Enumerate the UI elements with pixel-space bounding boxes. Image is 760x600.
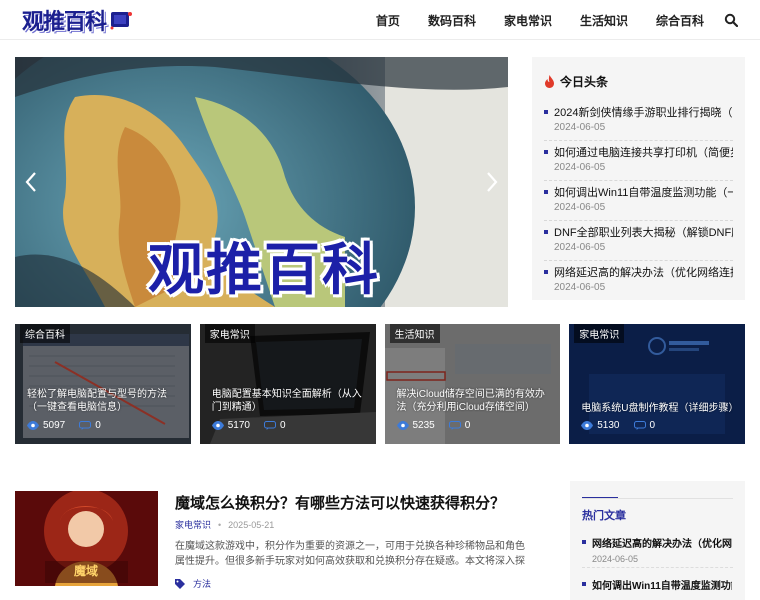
hot-articles-panel: 热门文章 网络延迟高的解决办法（优化网络连 2024-06-05 如何调出Win… [570,481,745,600]
hot-title: 热门文章 [582,498,733,526]
today-item-title[interactable]: 网络延迟高的解决办法（优化网络连接） [554,264,733,280]
article-thumbnail[interactable]: 魔域 [15,491,158,586]
chevron-left-icon [25,172,36,192]
card-stats: 5130 0 [581,420,655,431]
today-headlines-panel: 今日头条 2024新剑侠情缘手游职业排行揭晓（十大职业 2024-06-05 如… [532,57,745,300]
nav-general[interactable]: 综合百科 [656,12,704,29]
article-thumbnail-image: 魔域 [15,491,158,586]
search-icon[interactable] [724,13,738,27]
article-excerpt: 在魔域这款游戏中，积分作为重要的资源之一，可用于兑换各种珍稀物品和角色属性提升。… [175,541,525,567]
featured-card[interactable]: 家电常识 电脑配置基本知识全面解析（从入门到精通） 5170 0 [199,324,376,444]
hero-caption: 观推百科 [148,238,380,303]
today-item-date: 2024-06-05 [554,202,606,213]
featured-cards: 综合百科 轻松了解电脑配置与型号的方法（一键查看电脑信息） 5097 0 家电常… [15,324,745,444]
nav-life[interactable]: 生活知识 [580,12,628,29]
card-comments: 0 [280,420,286,431]
comment-icon [448,421,461,430]
hot-item[interactable]: 网络延迟高的解决办法（优化网络连 2024-06-05 [582,526,733,568]
logo-book-icon [110,12,133,30]
featured-card[interactable]: 生活知识 解决iCloud储存空间已满的有效办法（充分利用iCloud存储空间）… [384,324,561,444]
article-tag[interactable]: 方法 [193,577,211,590]
today-item-date: 2024-06-05 [554,242,606,253]
featured-card[interactable]: 综合百科 轻松了解电脑配置与型号的方法（一键查看电脑信息） 5097 0 [15,324,191,444]
bullet-icon [582,582,586,586]
card-views: 5097 [43,420,66,431]
comment-icon [633,421,646,430]
card-stats: 5097 0 [27,420,101,431]
today-item[interactable]: 如何调出Win11自带温度监测功能（一键掌握 2024-06-05 [544,181,733,221]
article-title[interactable]: 魔域怎么换积分？有哪些方法可以快速获得积分？ [175,492,505,513]
card-views: 5235 [412,420,435,431]
hot-item-title[interactable]: 如何调出Win11自带温度监测功能（一 [592,577,732,592]
card-comments: 0 [649,420,656,431]
slider-prev-button[interactable] [21,165,41,199]
main-nav: 首页 数码百科 家电常识 生活知识 综合百科 [376,0,738,40]
comment-icon [264,421,276,430]
card-title[interactable]: 电脑配置基本知识全面解析（从入门到精通） [212,388,368,414]
card-category-tag[interactable]: 家电常识 [574,324,625,343]
bullet-icon [544,270,548,274]
chevron-right-icon [487,172,498,192]
today-item[interactable]: 如何通过电脑连接共享打印机（简便步骤让你 2024-06-05 [544,141,733,181]
card-title[interactable]: 电脑系统U盘制作教程（详细步骤） [581,402,738,415]
bullet-icon [544,110,548,114]
article-date: 2025-05-21 [228,519,275,530]
article-category[interactable]: 家电常识 [175,518,211,531]
article-tags: 方法 [175,577,211,590]
today-item-title[interactable]: 如何通过电脑连接共享打印机（简便步骤让你 [554,144,733,160]
eye-icon [211,421,224,430]
today-item-date: 2024-06-05 [554,282,606,293]
today-item-date: 2024-06-05 [554,122,606,133]
card-views: 5170 [227,420,250,431]
nav-home[interactable]: 首页 [376,12,400,29]
hot-item-title[interactable]: 网络延迟高的解决办法（优化网络连 [592,535,732,550]
fire-icon [545,74,554,88]
eye-icon [581,421,594,430]
bullet-icon [544,230,548,234]
logo-text: 观推百科 [22,10,107,35]
card-stats: 5170 0 [211,420,286,431]
bullet-icon [544,190,548,194]
site-logo[interactable]: 观推百科 [22,6,134,35]
thumbnail-text: 魔域 [74,563,98,578]
bullet-icon [582,540,586,544]
card-views: 5130 [597,420,620,431]
today-item-title[interactable]: 如何调出Win11自带温度监测功能（一键掌握 [554,184,733,200]
card-stats: 5235 0 [396,420,471,431]
hot-item-date: 2024-06-05 [582,550,733,568]
site-header: 观推百科 首页 数码百科 家电常识 生活知识 综合百科 [0,0,760,40]
nav-appliance[interactable]: 家电常识 [504,12,552,29]
card-title[interactable]: 解决iCloud储存空间已满的有效办法（充分利用iCloud存储空间） [397,388,553,414]
card-comments: 0 [464,420,471,431]
card-category-tag[interactable]: 家电常识 [204,324,255,343]
today-title: 今日头条 [560,74,609,89]
tag-icon [175,578,185,589]
featured-card[interactable]: 家电常识 电脑系统U盘制作教程（详细步骤） 5130 0 [569,324,745,444]
card-comments: 0 [95,420,101,431]
eye-icon [27,421,39,430]
card-category-tag[interactable]: 生活知识 [389,324,440,343]
today-item[interactable]: DNF全部职业列表大揭秘（解锁DNF所有职 2024-06-05 [544,221,733,261]
meta-separator: • [218,519,222,530]
card-category-tag[interactable]: 综合百科 [20,324,70,343]
article-list-item: 魔域 魔域怎么换积分？有哪些方法可以快速获得积分？ 家电常识 • 2025-05… [15,491,535,591]
comment-icon [79,421,92,430]
bullet-icon [544,150,548,154]
today-item-date: 2024-06-05 [554,162,606,173]
eye-icon [396,421,409,430]
today-header: 今日头条 [544,71,733,91]
article-meta: 家电常识 • 2025-05-21 [175,518,274,531]
today-item-title[interactable]: DNF全部职业列表大揭秘（解锁DNF所有职 [554,224,733,240]
card-title[interactable]: 轻松了解电脑配置与型号的方法（一键查看电脑信息） [27,388,183,414]
hero-slider[interactable]: 观推百科 [15,57,508,307]
hot-item[interactable]: 如何调出Win11自带温度监测功能（一 [582,568,733,592]
nav-digital[interactable]: 数码百科 [428,12,476,29]
today-item[interactable]: 2024新剑侠情缘手游职业排行揭晓（十大职业 2024-06-05 [544,101,733,141]
slider-next-button[interactable] [482,165,502,199]
today-item[interactable]: 网络延迟高的解决办法（优化网络连接） 2024-06-05 [544,261,733,301]
today-item-title[interactable]: 2024新剑侠情缘手游职业排行揭晓（十大职业 [554,104,733,120]
